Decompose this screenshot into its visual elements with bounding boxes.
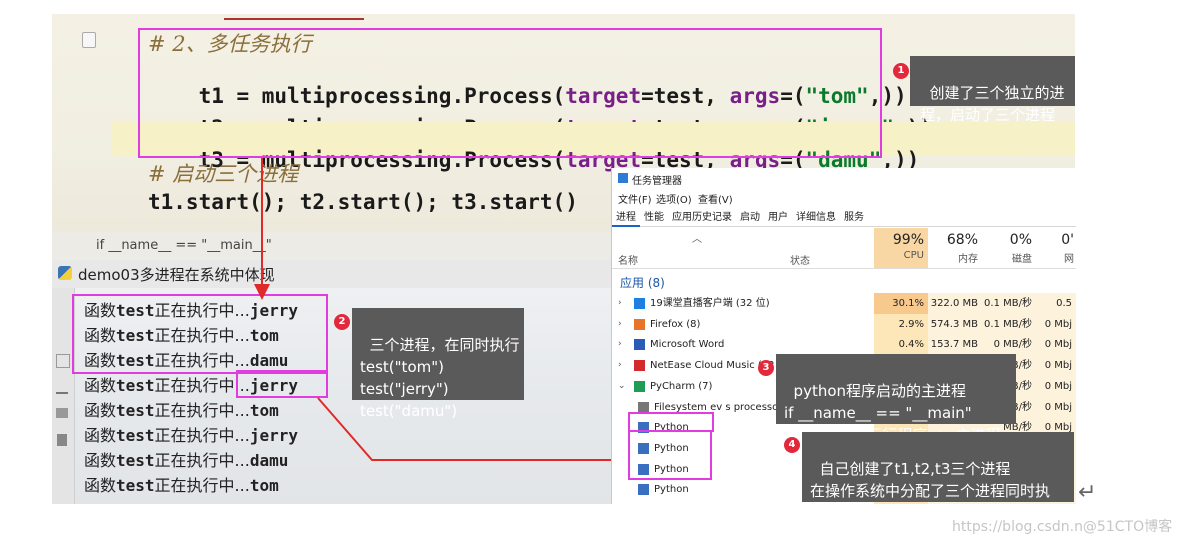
chevron-right-icon[interactable]: › xyxy=(618,314,622,335)
tm-title: 任务管理器 xyxy=(632,176,682,187)
menu-file[interactable]: 文件(F) xyxy=(618,191,652,206)
chevron-right-icon[interactable]: › xyxy=(618,334,622,355)
process-net: 0 Mbj xyxy=(1036,313,1076,335)
process-net: 0 Mbj xyxy=(1036,375,1076,397)
process-net: 0 Mbj xyxy=(1036,334,1076,356)
process-disk: 0.1 MB/秒 xyxy=(982,293,1036,314)
tm-menubar: 文件(F) 选项(O) 查看(V) xyxy=(612,188,1076,206)
col-memory[interactable]: 68% 内存 xyxy=(928,228,982,268)
tm-titlebar: 任务管理器 xyxy=(612,168,1076,188)
process-name: Firefox (8) xyxy=(650,318,701,330)
note-4-badge: 4 xyxy=(784,437,800,453)
process-net: 0 Mbj xyxy=(1036,355,1076,377)
tab-startup[interactable]: 启动 xyxy=(736,206,764,225)
process-mem: 153.7 MB xyxy=(928,334,982,356)
note-3-badge: 3 xyxy=(758,360,774,376)
col-name[interactable]: 名称 xyxy=(618,252,638,267)
process-row[interactable]: › 19课堂直播客户端 (32 位) 30.1% 322.0 MB 0.1 MB/秒 0.… xyxy=(612,293,1076,330)
tab-app-history[interactable]: 应用历史记录 xyxy=(668,206,736,225)
note-4: 自己创建了t1,t2,t3三个进程 在操作系统中分配了三个进程同时执 行，看到了… xyxy=(802,432,1074,522)
process-icon xyxy=(634,360,645,372)
process-name: workfcb [E:\workfcb] - ...\d... xyxy=(650,500,792,504)
process-icon xyxy=(634,339,645,351)
process-net: 0 Mbj xyxy=(1036,396,1076,418)
network-label: 网 xyxy=(1064,254,1074,265)
process-icon xyxy=(634,298,645,309)
tab-services[interactable]: 服务 xyxy=(840,206,868,225)
process-name: 19课堂直播客户端 (32 位) xyxy=(650,298,770,309)
process-icon xyxy=(638,484,649,496)
return-icon: ↵ xyxy=(1078,480,1097,505)
process-mem: 574.3 MB xyxy=(928,313,982,335)
tab-processes[interactable]: 进程 xyxy=(612,206,640,227)
group-apps[interactable]: 应用 (8) xyxy=(620,274,665,291)
note-1-text: 创建了三个独立的进 程，启动了三个进程 xyxy=(920,84,1065,124)
col-status[interactable]: 状态 xyxy=(790,252,810,267)
disk-percent: 0% xyxy=(1009,232,1032,248)
python-main-highlight xyxy=(628,412,714,432)
process-name: Python xyxy=(654,484,689,496)
note-1-badge: 1 xyxy=(893,63,909,79)
col-cpu[interactable]: 99% CPU xyxy=(874,228,928,268)
process-name: PyCharm (7) xyxy=(650,380,713,392)
tab-users[interactable]: 用户 xyxy=(764,206,792,225)
process-net: 0.5 Mbj xyxy=(1036,293,1076,330)
python-children-highlight xyxy=(628,430,712,480)
process-mem: 322.0 MB xyxy=(928,293,982,314)
chevron-right-icon[interactable]: › xyxy=(618,355,622,376)
note-3: python程序启动的主进程 if __name__ == "__main" 鼠… xyxy=(776,354,1016,444)
process-cpu: 30.1% xyxy=(874,293,928,314)
note-2: 三个进程，在同时执行 test("tom") test("jerry") tes… xyxy=(352,308,524,420)
tm-column-header: ︿ 名称 状态 99% CPU 68% 内存 0% 磁盘 0' 网 xyxy=(612,228,1076,269)
col-network[interactable]: 0' 网 xyxy=(1036,228,1076,268)
chevron-right-icon[interactable]: › xyxy=(618,293,622,314)
menu-options[interactable]: 选项(O) xyxy=(656,191,692,206)
memory-percent: 68% xyxy=(946,232,978,248)
disk-label: 磁盘 xyxy=(1012,254,1032,265)
memory-label: 内存 xyxy=(958,254,978,265)
network-percent: 0' xyxy=(1061,232,1074,248)
tab-details[interactable]: 详细信息 xyxy=(792,206,840,225)
cpu-label: CPU xyxy=(903,250,924,261)
process-icon xyxy=(638,401,649,413)
process-row[interactable]: › Firefox (8) 2.9% 574.3 MB 0.1 MB/秒 0 Mbj xyxy=(612,313,1076,335)
process-cpu: 0.4% xyxy=(874,334,928,356)
process-row[interactable]: › Microsoft Word 0.4% 153.7 MB 0 MB/秒 0 Mbj xyxy=(612,334,1076,356)
process-name: Microsoft Word xyxy=(650,339,725,351)
watermark: https://blog.csdn.n@51CTO博客 xyxy=(952,519,1173,535)
note-2-badge: 2 xyxy=(334,314,350,330)
tm-tabs: 进程 性能 应用历史记录 启动 用户 详细信息 服务 xyxy=(612,206,1076,227)
cpu-percent: 99% xyxy=(892,232,924,248)
sort-chevron-icon: ︿ xyxy=(692,234,702,245)
chevron-down-icon[interactable]: ⌄ xyxy=(618,376,626,397)
process-icon xyxy=(634,318,645,330)
note-1: 创建了三个独立的进 程，启动了三个进程 xyxy=(910,56,1075,124)
task-manager-icon xyxy=(618,173,628,183)
menu-view[interactable]: 查看(V) xyxy=(698,191,733,206)
process-disk: 0 MB/秒 xyxy=(982,334,1036,356)
process-cpu: 2.9% xyxy=(874,313,928,335)
col-disk[interactable]: 0% 磁盘 xyxy=(982,228,1036,268)
process-icon xyxy=(634,380,645,392)
tab-performance[interactable]: 性能 xyxy=(640,206,668,225)
process-name: NetEase Cloud Music (32 xyxy=(650,360,775,372)
process-disk: 0.1 MB/秒 xyxy=(982,313,1036,335)
